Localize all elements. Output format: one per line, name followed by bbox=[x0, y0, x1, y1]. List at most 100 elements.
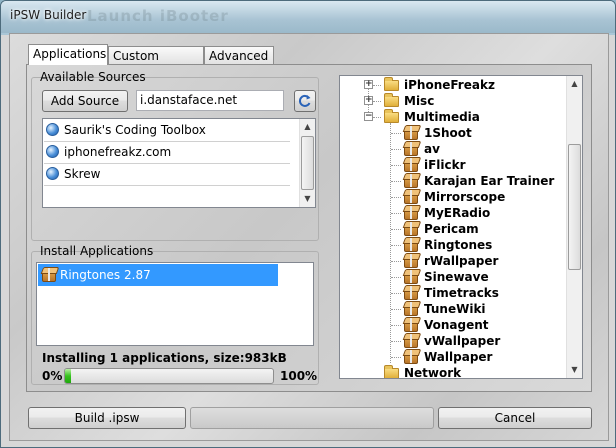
tree-guide-line bbox=[391, 213, 401, 214]
tree-folder-row[interactable]: + iPhoneFreakz bbox=[340, 77, 566, 93]
available-sources-group: Available Sources Add Source i.danstafac… bbox=[31, 70, 319, 241]
expand-icon[interactable]: + bbox=[364, 96, 373, 105]
tree-guide-line bbox=[391, 149, 401, 150]
tree-guide-line bbox=[373, 117, 381, 118]
tree-app-row[interactable]: iFlickr bbox=[340, 157, 566, 173]
install-list[interactable]: Ringtones 2.87 bbox=[36, 262, 314, 346]
tree-app-row[interactable]: av bbox=[340, 141, 566, 157]
package-icon bbox=[404, 286, 418, 300]
app-tree-view[interactable]: + iPhoneFreakz + Misc − Multimedia 1Shoot av iFl… bbox=[339, 75, 583, 379]
tree-guide-line bbox=[391, 341, 401, 342]
package-icon bbox=[404, 190, 418, 204]
tab-custom-images[interactable]: Custom Images bbox=[108, 46, 204, 81]
install-applications-group: Install Applications Ringtones 2.87 Inst… bbox=[31, 244, 319, 385]
tree-folder-label: Multimedia bbox=[404, 110, 480, 124]
cancel-button[interactable]: Cancel bbox=[438, 407, 592, 429]
tree-app-row[interactable]: Timetracks bbox=[340, 285, 566, 301]
tree-app-row[interactable]: rWallpaper bbox=[340, 253, 566, 269]
title-bar[interactable]: iPSW Builder Launch iBooter bbox=[1, 1, 615, 33]
progress-fill bbox=[65, 369, 72, 383]
tree-app-row[interactable]: Wallpaper bbox=[340, 349, 566, 365]
package-icon bbox=[404, 206, 418, 220]
sources-scrollbar[interactable]: ▲ ▼ bbox=[299, 119, 315, 207]
package-icon bbox=[404, 238, 418, 252]
tree-folder-label: Network bbox=[404, 366, 462, 379]
package-icon bbox=[42, 268, 56, 282]
tree-app-row[interactable]: Pericam bbox=[340, 221, 566, 237]
tree-app-row[interactable]: Mirrorscope bbox=[340, 189, 566, 205]
add-source-button[interactable]: Add Source bbox=[42, 90, 128, 112]
tree-folder-row[interactable]: Network bbox=[340, 365, 566, 379]
tab-advanced[interactable]: Advanced bbox=[204, 46, 274, 64]
list-item[interactable]: Skrew bbox=[44, 164, 290, 186]
tree-app-label: Pericam bbox=[424, 222, 479, 236]
tree-guide-line bbox=[373, 101, 381, 102]
sources-list[interactable]: Saurik's Coding Toolbox iphonefreakz.com… bbox=[42, 118, 316, 208]
scroll-thumb[interactable] bbox=[301, 136, 314, 190]
tree-app-label: 1Shoot bbox=[424, 126, 472, 140]
available-sources-label: Available Sources bbox=[40, 70, 146, 84]
build-ipsw-button[interactable]: Build .ipsw bbox=[28, 407, 186, 429]
scroll-up-arrow-icon[interactable]: ▲ bbox=[567, 76, 582, 92]
tree-app-label: iFlickr bbox=[424, 158, 466, 172]
list-item[interactable]: Saurik's Coding Toolbox bbox=[44, 120, 290, 142]
package-icon bbox=[404, 334, 418, 348]
folder-icon bbox=[384, 77, 399, 91]
scroll-thumb[interactable] bbox=[568, 144, 581, 270]
progress-max-label: 100% bbox=[280, 369, 318, 383]
scroll-up-arrow-icon[interactable]: ▲ bbox=[300, 119, 315, 135]
window-title: iPSW Builder bbox=[10, 8, 87, 22]
tree-app-row[interactable]: TuneWiki bbox=[340, 301, 566, 317]
tree-guide-line bbox=[391, 245, 401, 246]
package-icon bbox=[404, 158, 418, 172]
tree-guide-line bbox=[391, 277, 401, 278]
install-progress-bar bbox=[64, 368, 274, 384]
package-icon bbox=[404, 350, 418, 364]
tree-guide-line bbox=[391, 325, 401, 326]
package-icon bbox=[404, 174, 418, 188]
tree-app-row[interactable]: vWallpaper bbox=[340, 333, 566, 349]
tree-app-row[interactable]: Ringtones bbox=[340, 237, 566, 253]
globe-icon bbox=[46, 123, 59, 136]
tree-app-label: av bbox=[424, 142, 440, 156]
install-item-label: Ringtones 2.87 bbox=[60, 268, 151, 282]
collapse-icon[interactable]: − bbox=[364, 112, 373, 121]
tree-folder-row[interactable]: + Misc bbox=[340, 93, 566, 109]
package-icon bbox=[404, 142, 418, 156]
tree-scrollbar[interactable]: ▲ ▼ bbox=[566, 76, 582, 378]
folder-icon bbox=[384, 109, 399, 123]
progress-min-label: 0% bbox=[42, 369, 63, 383]
tree-guide-line bbox=[391, 309, 401, 310]
tree-app-row[interactable]: Sinewave bbox=[340, 269, 566, 285]
tree-guide-line bbox=[391, 181, 401, 182]
background-window-title: Launch iBooter bbox=[87, 7, 229, 25]
scroll-down-arrow-icon[interactable]: ▼ bbox=[300, 191, 315, 207]
tree-app-row[interactable]: Vonagent bbox=[340, 317, 566, 333]
tab-applications[interactable]: Applications bbox=[28, 44, 108, 65]
tree-folder-row[interactable]: − Multimedia bbox=[340, 109, 566, 125]
source-url-input[interactable]: i.danstaface.net bbox=[136, 90, 284, 111]
list-item[interactable]: iphonefreakz.com bbox=[44, 142, 290, 164]
tree-app-label: MyERadio bbox=[424, 206, 491, 220]
scroll-down-arrow-icon[interactable]: ▼ bbox=[567, 362, 582, 378]
tree-app-row[interactable]: Karajan Ear Trainer bbox=[340, 173, 566, 189]
package-icon bbox=[404, 318, 418, 332]
install-list-item-selected[interactable]: Ringtones 2.87 bbox=[38, 264, 278, 286]
tree-guide-line bbox=[391, 133, 401, 134]
source-label: iphonefreakz.com bbox=[64, 145, 172, 159]
install-status-text: Installing 1 applications, size:983kB bbox=[42, 351, 287, 365]
tree-app-row[interactable]: 1Shoot bbox=[340, 125, 566, 141]
tree-guide-line bbox=[391, 229, 401, 230]
refresh-button[interactable] bbox=[294, 90, 316, 112]
expand-icon[interactable]: + bbox=[364, 80, 373, 89]
tree-app-row[interactable]: MyERadio bbox=[340, 205, 566, 221]
folder-icon bbox=[384, 365, 399, 378]
folder-icon bbox=[384, 93, 399, 107]
tree-guide-line bbox=[373, 85, 381, 86]
globe-icon bbox=[46, 145, 59, 158]
tree-app-label: Timetracks bbox=[424, 286, 499, 300]
globe-icon bbox=[46, 167, 59, 180]
tree-app-label: Mirrorscope bbox=[424, 190, 506, 204]
tree-guide-line bbox=[391, 165, 401, 166]
app-window: iPSW Builder Launch iBooter Applications… bbox=[0, 0, 616, 448]
